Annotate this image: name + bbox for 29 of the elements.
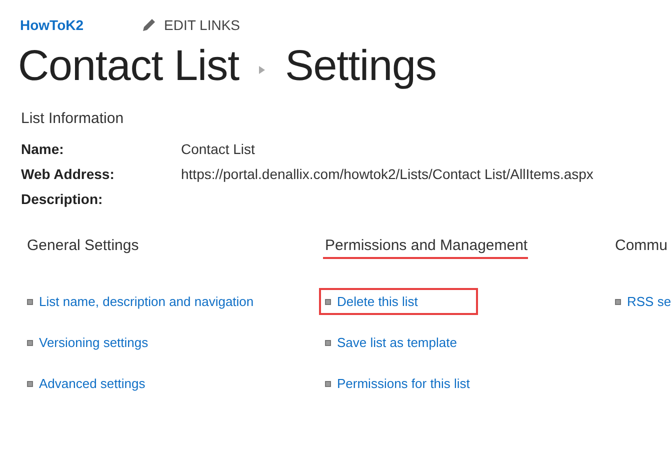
bullet-icon (27, 380, 33, 386)
section-heading: Commu (614, 237, 668, 256)
field-value: Contact List (181, 140, 255, 156)
bullet-icon (325, 380, 331, 386)
section-heading: General Settings (26, 237, 139, 256)
settings-link[interactable]: List name, description and navigation (39, 294, 254, 309)
field-label: Name: (21, 140, 65, 156)
field-label: Web Address: (21, 166, 116, 182)
section-title: List Information (21, 110, 125, 129)
page-title: Contact List (18, 42, 240, 90)
field-label: Description: (21, 190, 104, 206)
settings-link[interactable]: RSS se (627, 294, 672, 309)
page-title: Settings (285, 42, 436, 90)
section-heading: Permissions and Management (323, 237, 528, 259)
bullet-icon (27, 340, 33, 346)
breadcrumb-separator-icon (259, 66, 266, 74)
bullet-icon (325, 298, 331, 304)
bullet-icon (325, 340, 331, 346)
settings-link[interactable]: Versioning settings (39, 335, 148, 350)
settings-link[interactable]: Permissions for this list (337, 376, 470, 391)
bullet-icon (27, 298, 33, 304)
field-value: https://portal.denallix.com/howtok2/Lists/Contact List/AllItems.aspx (181, 166, 594, 182)
settings-link[interactable]: Save list as template (337, 335, 457, 350)
settings-link[interactable]: Advanced settings (39, 376, 146, 391)
edit-links-button[interactable]: EDIT LINKS (142, 17, 240, 33)
site-title-link[interactable]: HowToK2 (20, 17, 142, 33)
settings-link[interactable]: Delete this list (337, 294, 418, 309)
bullet-icon (615, 298, 621, 304)
pencil-icon (142, 18, 156, 32)
